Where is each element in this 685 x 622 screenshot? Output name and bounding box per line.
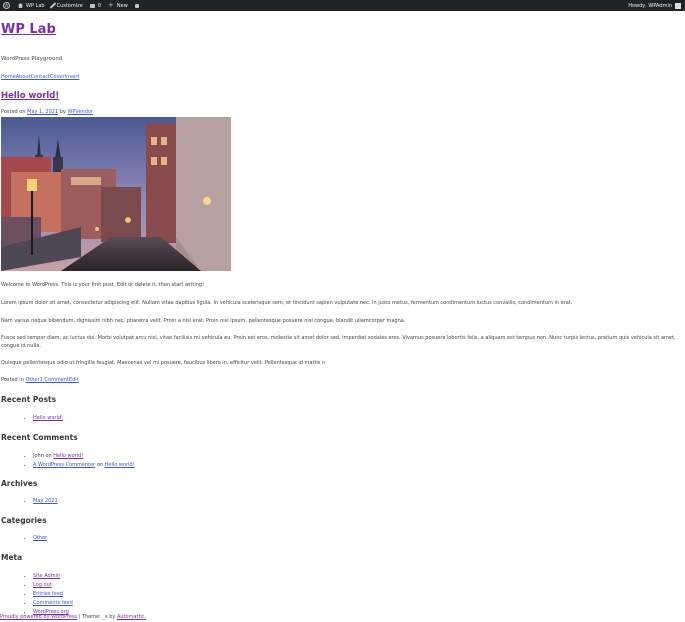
list-item: May 2021	[33, 497, 58, 506]
post-title[interactable]: Hello world!	[1, 91, 59, 101]
list-item: Hello world!	[33, 414, 63, 423]
meta-link-comments-feed[interactable]: Comments feed	[33, 600, 73, 606]
meta-link-site-admin[interactable]: Site Admin	[33, 573, 60, 579]
post-author-link[interactable]: WPVendor	[67, 109, 93, 115]
archive-link[interactable]: May 2021	[33, 498, 58, 504]
admin-bar-my-account[interactable]: Howdy, WPAdmin	[628, 2, 681, 9]
post-paragraph-1: Welcome to WordPress. This is your first…	[1, 282, 205, 288]
brush-icon	[49, 2, 56, 9]
plus-icon: +	[108, 1, 114, 9]
widget-title-archives: Archives	[1, 479, 38, 488]
list-item: A WordPress Commenter on Hello world!	[33, 461, 135, 470]
admin-bar-comments[interactable]: 0	[89, 3, 101, 9]
post-footer-meta: Posted in Other1 CommentEdit	[1, 377, 79, 383]
primary-menu: HomeAboutContactCoverInvert	[1, 74, 79, 80]
site-title[interactable]: WP Lab	[1, 22, 56, 37]
site-description: WordPress Playground	[1, 56, 63, 62]
post-comments-link[interactable]: 1 Comment	[40, 377, 69, 383]
lock-icon	[134, 4, 139, 8]
post-category-link[interactable]: Other	[25, 377, 39, 383]
avatar	[675, 2, 681, 9]
post-date-link[interactable]: May 1, 2021	[27, 109, 58, 115]
archives-list: May 2021	[33, 497, 58, 506]
recent-comment-post-link[interactable]: Hello world!	[53, 453, 83, 459]
wordpress-logo-icon: W	[3, 2, 10, 9]
theme-author-link[interactable]: Automattic.	[117, 614, 146, 620]
post-paragraph-3: Nam varius neque bibendum, dignissim nib…	[1, 318, 406, 324]
meta-link-entries-feed[interactable]: Entries feed	[33, 591, 63, 597]
list-item: Entries feed	[33, 590, 73, 599]
site-footer: Proudly powered by WordPress | Theme: _s…	[0, 614, 147, 620]
meta-link-log-out[interactable]: Log out	[33, 582, 52, 588]
recent-posts-list: Hello world!	[33, 414, 63, 423]
admin-bar: W WP Lab Customize 0 + New Howdy, WPAdmi…	[0, 0, 685, 11]
list-item: Log out	[33, 581, 73, 590]
featured-image-city-street	[1, 117, 231, 271]
recent-comment-post-link[interactable]: Hello world!	[105, 462, 135, 468]
home-icon	[18, 3, 23, 8]
post-paragraph-5: Quisque pellentesque odio ut fringilla f…	[1, 360, 326, 366]
menu-item-home[interactable]: Home	[1, 74, 16, 80]
admin-bar-customize[interactable]: Customize	[49, 2, 83, 9]
category-link[interactable]: Other	[33, 535, 47, 541]
admin-bar-lock[interactable]	[134, 3, 142, 8]
comment-bubble-icon	[89, 3, 95, 8]
menu-item-contact[interactable]: Contact	[31, 74, 50, 80]
menu-item-invert[interactable]: Invert	[65, 74, 80, 80]
widget-title-recent-posts: Recent Posts	[1, 395, 57, 404]
categories-list: Other	[33, 534, 47, 543]
admin-bar-site-name[interactable]: WP Lab	[18, 3, 45, 9]
list-item: John on Hello world!	[33, 452, 135, 461]
list-item: Other	[33, 534, 47, 543]
recent-comment-author-link[interactable]: A WordPress Commenter	[33, 462, 95, 468]
widget-title-meta: Meta	[1, 553, 23, 562]
featured-image	[1, 117, 231, 271]
post-paragraph-4: Fusce sed tempor diam, ac luctus dui. Mo…	[1, 335, 676, 349]
widget-title-recent-comments: Recent Comments	[1, 433, 78, 442]
post-meta: Posted on May 1, 2021 by WPVendor	[1, 109, 93, 115]
menu-item-cover[interactable]: Cover	[50, 74, 65, 80]
admin-bar-new[interactable]: + New	[108, 1, 128, 9]
recent-post-link[interactable]: Hello world!	[33, 415, 63, 421]
recent-comments-list: John on Hello world! A WordPress Comment…	[33, 452, 135, 470]
list-item: Site Admin	[33, 572, 73, 581]
list-item: Comments feed	[33, 599, 73, 608]
menu-item-about[interactable]: About	[16, 74, 31, 80]
powered-by-link[interactable]: Proudly powered by WordPress	[0, 614, 77, 620]
post-paragraph-2: Lorem ipsum dolor sit amet, consectetur …	[1, 300, 573, 306]
widget-title-categories: Categories	[1, 516, 47, 525]
post-edit-link[interactable]: Edit	[69, 377, 79, 383]
wp-logo-menu[interactable]: W	[3, 2, 11, 9]
meta-list: Site Admin Log out Entries feed Comments…	[33, 572, 73, 617]
